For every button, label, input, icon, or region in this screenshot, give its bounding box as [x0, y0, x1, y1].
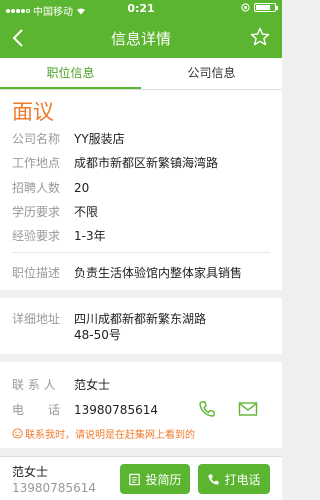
company-value: YY服装店 [74, 132, 125, 146]
contact-person-value: 范女士 [74, 378, 111, 392]
message-icon[interactable] [238, 401, 258, 417]
headcount-row: 招聘人数 20 [12, 179, 89, 196]
submit-resume-label: 投简历 [145, 472, 182, 487]
job-info-section: 面议 公司名称 YY服装店 工作地点 成都市新都区新繁镇海湾路 招聘人数 20 学历要… [0, 90, 282, 290]
page-title: 信息详情 [110, 30, 171, 48]
submit-resume-button[interactable]: 投简历 [120, 464, 190, 494]
bottom-action-bar: 范女士 13980785614 投简历 打电话 [0, 456, 282, 500]
address-section: 详细地址 四川成都新都新繁东湖路 48-50号 [0, 298, 282, 354]
bottom-contact-phone: 13980785614 [12, 481, 96, 495]
education-value: 不限 [74, 205, 99, 219]
education-row: 学历要求 不限 [12, 203, 98, 220]
contact-person-label: 联 系 人 [12, 378, 56, 392]
description-label: 职位描述 [12, 266, 61, 280]
contact-notice-text: 联系我时，请说明是在赶集网上看到的 [25, 430, 195, 441]
status-time: 0:21 [127, 2, 155, 15]
divider [12, 252, 270, 253]
phone-icon[interactable] [198, 400, 216, 418]
address-label: 详细地址 [12, 312, 61, 326]
description-row: 职位描述 负责生活体验馆内整体家具销售 [12, 264, 242, 281]
experience-row: 经验要求 1-3年 [12, 227, 106, 244]
location-label: 工作地点 [12, 156, 61, 170]
location-value: 成都市新都区新繁镇海湾路 [74, 156, 219, 170]
contact-notice: 联系我时，请说明是在赶集网上看到的 [12, 426, 195, 441]
battery-icon [254, 3, 278, 12]
favorite-star-button[interactable] [250, 27, 270, 47]
resume-icon [129, 473, 141, 485]
tab-job-info[interactable]: 职位信息 [0, 58, 141, 89]
tab-bar: 职位信息 公司信息 [0, 58, 282, 90]
bottom-contact-name: 范女士 [12, 465, 49, 479]
contact-phone-label: 电 话 [12, 403, 61, 417]
contact-phone-value[interactable]: 13980785614 [74, 403, 158, 417]
call-icon [208, 473, 220, 485]
nav-bar: 信息详情 [0, 20, 282, 56]
salary: 面议 [12, 100, 54, 124]
app-header: 中国移动 0:21 信息详情 [0, 0, 282, 58]
education-label: 学历要求 [12, 205, 61, 219]
experience-label: 经验要求 [12, 229, 61, 243]
smile-icon [12, 428, 23, 439]
contact-phone-row: 电 话 13980785614 [12, 401, 158, 418]
description-value: 负责生活体验馆内整体家具销售 [74, 266, 243, 280]
company-row: 公司名称 YY服装店 [12, 130, 125, 147]
call-button[interactable]: 打电话 [198, 464, 270, 494]
address-line2: 48-50号 [74, 328, 121, 342]
call-label: 打电话 [224, 472, 261, 487]
experience-value: 1-3年 [74, 229, 106, 243]
contact-person-row: 联 系 人 范女士 [12, 376, 110, 393]
address-line1: 四川成都新都新繁东湖路 [74, 312, 207, 326]
headcount-value: 20 [74, 181, 90, 195]
headcount-label: 招聘人数 [12, 181, 61, 195]
company-label: 公司名称 [12, 132, 61, 146]
location-row: 工作地点 成都市新都区新繁镇海湾路 [12, 154, 218, 171]
address-row: 详细地址 四川成都新都新繁东湖路 48-50号 [12, 311, 206, 343]
status-bar: 中国移动 0:21 [0, 0, 282, 18]
tab-company-info[interactable]: 公司信息 [141, 58, 282, 89]
orientation-lock-icon [241, 3, 250, 12]
